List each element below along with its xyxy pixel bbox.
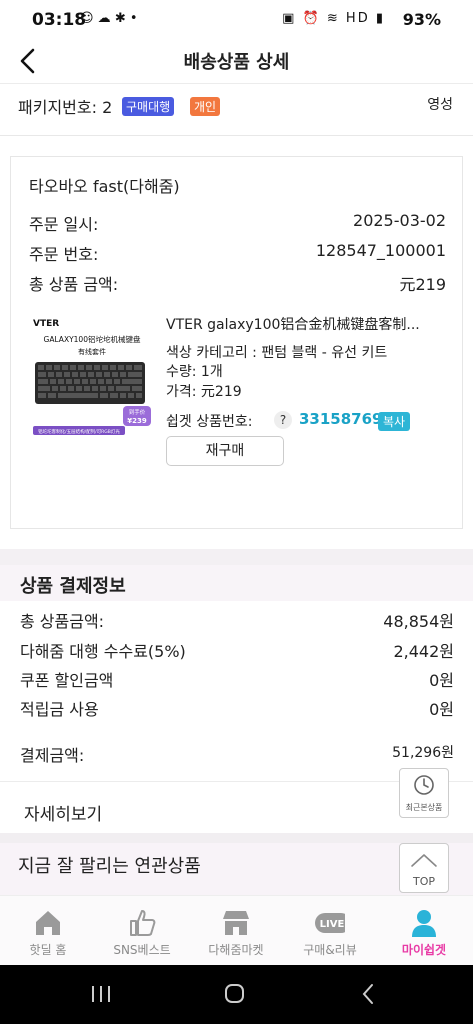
system-icons: ▣ ⏰ ≋ HD ▮ [282, 11, 385, 26]
product-id-label: 쉽겟 상품번호: [166, 414, 253, 430]
notification-icons: ☺ ☁ ✱ • [80, 11, 138, 26]
home-icon [36, 911, 60, 935]
thumbs-up-icon [130, 910, 156, 936]
chevron-up-icon [411, 854, 437, 867]
payment-title: 상품 결제정보 [20, 576, 126, 597]
copy-button[interactable]: 복사 [378, 412, 411, 431]
back-nav-icon [362, 984, 373, 1004]
payment-row-label: 적립금 사용 [20, 700, 99, 719]
tab-sns-best[interactable]: SNS베스트 [95, 896, 189, 966]
section-gap [0, 549, 473, 565]
tab-label: SNS베스트 [113, 943, 171, 957]
shop-icon [223, 911, 249, 935]
order-total-value: 元219 [399, 275, 446, 294]
product-quantity: 수량: 1개 [166, 364, 223, 380]
order-card: 타오바오 fast(다해줌) 주문 일시: 2025-03-02 주문 번호: … [10, 156, 463, 529]
type-badge: 개인 [190, 97, 221, 116]
order-date-label: 주문 일시: [29, 215, 99, 234]
status-bar: 03:18 ☺ ☁ ✱ • ▣ ⏰ ≋ HD ▮ 93% [0, 0, 473, 40]
payment-final-label: 결제금액: [20, 746, 85, 765]
thumb-price-tag: 到手价 [129, 408, 146, 416]
thumb-title: GALAXY100铝坨坨机械键盘 [44, 334, 141, 344]
payment-row-value: 48,854원 [383, 612, 454, 631]
detail-link[interactable]: 자세히보기 [24, 800, 102, 825]
thumb-brand: VTER [33, 319, 59, 329]
app-header: 배송상품 상세 [0, 40, 473, 84]
live-icon: LIVE [315, 913, 345, 933]
tab-purchase-review[interactable]: LIVE 구매&리뷰 [283, 896, 377, 966]
payment-final-value: 51,296원 [392, 745, 454, 761]
thumb-sub: 有线套件 [78, 347, 106, 356]
tab-my-shipget[interactable]: 마이쉽겟 [377, 896, 471, 966]
home-button-icon [225, 984, 244, 1003]
tab-label: 구매&리뷰 [303, 943, 357, 957]
payment-row-value: 2,442원 [393, 642, 454, 661]
product-option: 색상 카테고리 : 팬텀 블랙 - 유선 키트 [166, 345, 388, 361]
scroll-top-label: TOP [412, 875, 435, 888]
order-number-value: 128547_100001 [315, 241, 446, 260]
system-nav-icons [92, 984, 373, 1004]
tab-label: 다해줌마켓 [208, 943, 264, 957]
package-number: 패키지번호: 2 [18, 98, 113, 117]
payment-row-label: 쿠폰 할인금액 [20, 671, 114, 690]
order-date-value: 2025-03-02 [353, 211, 446, 230]
battery-level: 93% [402, 10, 441, 29]
store-name: 타오바오 fast(다해줌) [29, 177, 180, 196]
recent-products-label: 최근본상품 [405, 803, 443, 812]
status-time: 03:18 [32, 10, 87, 30]
page-title: 배송상품 상세 [183, 52, 290, 73]
clock-icon [414, 775, 434, 795]
payment-row-value: 0원 [429, 700, 454, 719]
help-icon[interactable]: ? [274, 411, 292, 429]
related-title: 지금 잘 팔리는 연관상품 [18, 856, 201, 877]
package-info: 패키지번호: 2 구매대행 개인 영성 [0, 84, 473, 136]
tab-market[interactable]: 다해줌마켓 [189, 896, 283, 966]
warehouse-label: 영성 [427, 97, 453, 113]
tab-label: 핫딜 홈 [29, 943, 67, 957]
product-price: 가격: 元219 [166, 384, 242, 400]
product-id-value[interactable]: 33158769 [299, 410, 383, 428]
recent-products-button[interactable]: 최근본상품 [399, 768, 449, 818]
payment-row-value: 0원 [429, 671, 454, 690]
bottom-tab-bar: 핫딜 홈 SNS베스트 다해줌마켓 LIVE 구매&리뷰 마이쉽겟 [0, 895, 473, 965]
payment-header: 상품 결제정보 [0, 565, 473, 601]
section-gap [0, 833, 473, 843]
person-icon [412, 910, 436, 937]
service-badge: 구매대행 [122, 97, 175, 116]
svg-text:LIVE: LIVE [320, 919, 345, 930]
thumb-banner: 铝坨坨客制化/五层结构/配列/可RGB灯光 [38, 428, 120, 435]
system-nav-bar [0, 965, 473, 1024]
tab-label: 마이쉽겟 [401, 943, 447, 957]
payment-row-label: 다해줌 대행 수수료(5%) [20, 642, 186, 661]
tab-hotdeal-home[interactable]: 핫딜 홈 [1, 896, 95, 966]
scroll-top-button[interactable]: TOP [399, 843, 449, 893]
recent-apps-icon [92, 986, 110, 1002]
thumb-price: ¥239 [127, 417, 147, 425]
product-name[interactable]: VTER galaxy100铝合金机械键盘客制... [166, 314, 456, 334]
order-total-label: 총 상품 금액: [29, 275, 119, 294]
order-number-label: 주문 번호: [29, 245, 99, 264]
rebuy-button[interactable]: 재구매 [166, 436, 284, 466]
keyboard-image: VTER GALAXY100铝坨坨机械键盘 有线套件 到手价 ¥239 铝坨坨客… [29, 314, 155, 438]
product-thumbnail[interactable]: VTER GALAXY100铝坨坨机械键盘 有线套件 到手价 ¥239 铝坨坨客… [29, 314, 155, 438]
payment-row-label: 총 상품금액: [20, 612, 105, 631]
